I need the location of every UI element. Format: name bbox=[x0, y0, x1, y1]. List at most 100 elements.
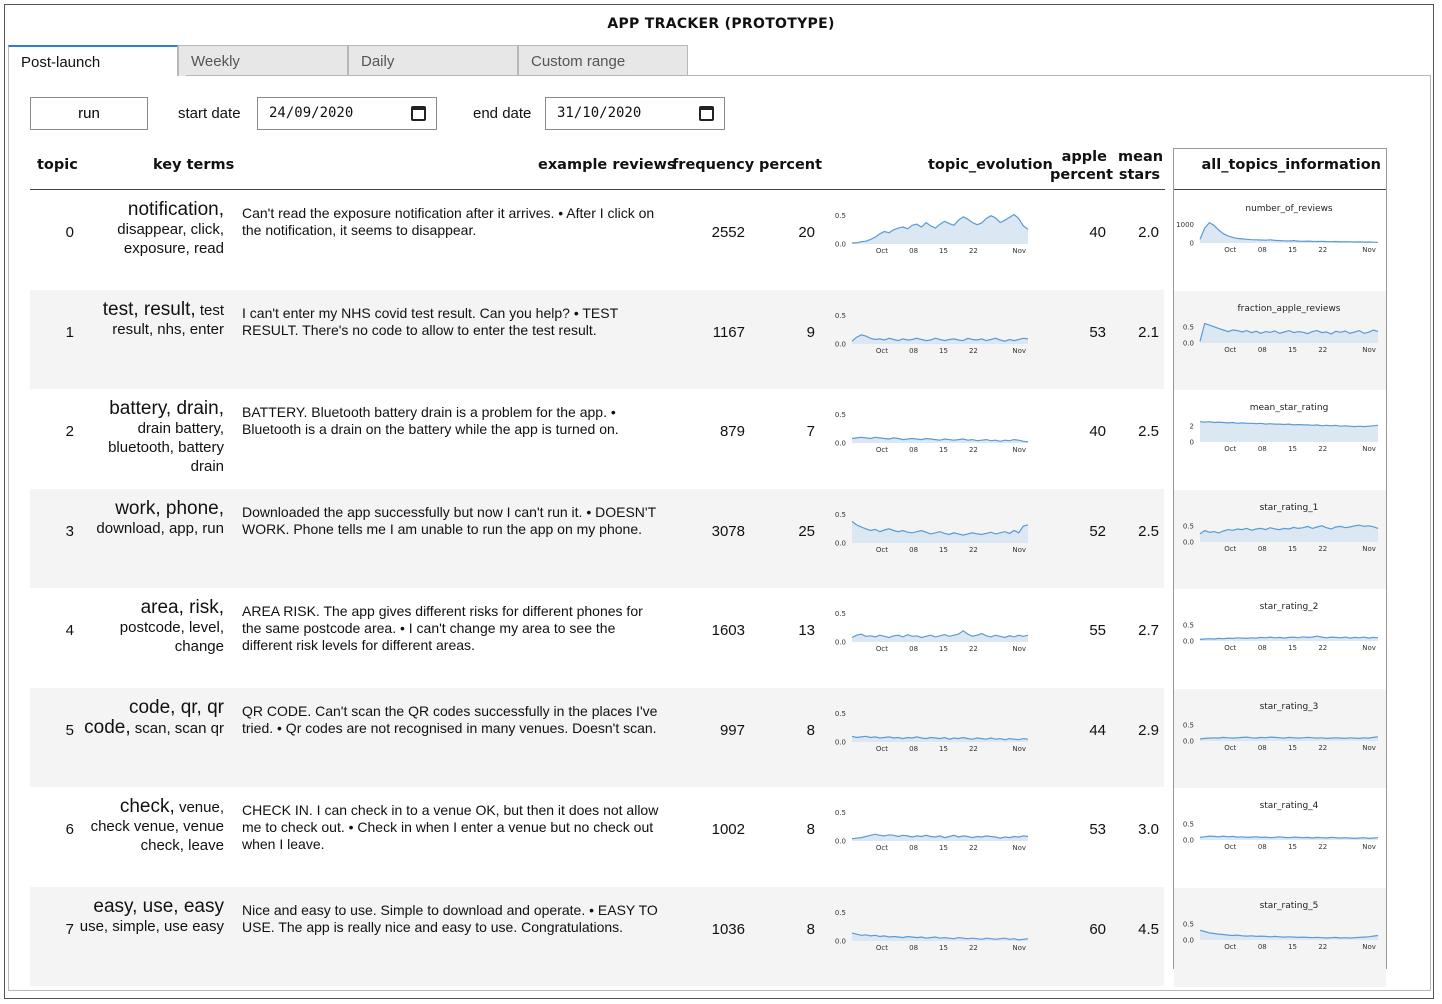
summary-chart-star-rating-3: 0.5 0.0 Oct 08 15 22 Nov star_rating_3 bbox=[1174, 688, 1386, 788]
table-row: 5 code, qr, qr code, scan, scan qr QR CODE… bbox=[30, 687, 1164, 787]
x-tick-label: 15 bbox=[939, 745, 948, 753]
mini-chart-svg: 0.5 0.0 Oct 08 15 22 Nov bbox=[835, 212, 1029, 255]
end-date-input[interactable]: 31/10/2020 bbox=[545, 97, 725, 130]
y-tick-label: 0.5 bbox=[835, 909, 846, 917]
x-tick-label: Nov bbox=[1012, 844, 1026, 852]
y-tick-label: 0.0 bbox=[835, 738, 846, 746]
x-tick-label: Nov bbox=[1012, 446, 1026, 454]
key-terms-primary: work, phone, bbox=[115, 497, 224, 519]
area-fill bbox=[852, 214, 1028, 244]
mini-chart-svg: 2 0 Oct 08 15 22 Nov mean_star_rating bbox=[1190, 403, 1379, 453]
key-terms-primary: check, bbox=[119, 796, 175, 817]
summary-chart-number-of-reviews: 1000 0 Oct 08 15 22 Nov number_of_reviews bbox=[1174, 191, 1386, 290]
key-terms-secondary: use, simple, use easy bbox=[79, 917, 224, 935]
x-tick-label: 15 bbox=[1288, 644, 1297, 652]
app-title: APP TRACKER (PROTOTYPE) bbox=[607, 16, 835, 32]
y-tick-label: 0.5 bbox=[1183, 920, 1194, 928]
run-button[interactable]: run bbox=[30, 97, 148, 130]
header-topic-evolution: topic_evolution bbox=[928, 157, 1053, 173]
mean-stars-value: 2.5 bbox=[1138, 423, 1159, 440]
x-tick-label: 08 bbox=[909, 446, 918, 454]
x-tick-label: Nov bbox=[1362, 644, 1376, 652]
x-tick-label: 22 bbox=[969, 745, 978, 753]
example-review: AREA RISK. The app gives different risks… bbox=[242, 603, 643, 653]
summary-chart-star-rating-4: 0.5 0.0 Oct 08 15 22 Nov star_rating_4 bbox=[1174, 788, 1386, 887]
table-row: 0 notification, disappear, click, exposur… bbox=[30, 190, 1164, 289]
x-tick-label: Oct bbox=[1224, 246, 1236, 254]
tab-daily[interactable]: Daily bbox=[348, 45, 518, 76]
mini-chart-svg: 0.5 0.0 Oct 08 15 22 Nov bbox=[835, 909, 1029, 952]
y-tick-label: 0.0 bbox=[835, 340, 846, 348]
example-review: Downloaded the app successfully but now … bbox=[242, 503, 656, 537]
x-tick-label: 08 bbox=[1258, 346, 1267, 354]
key-terms: battery, drain, drain battery, bluetooth… bbox=[78, 399, 224, 476]
mini-chart-svg: 0.5 0.0 Oct 08 15 22 Nov bbox=[835, 411, 1029, 454]
y-tick-label: 0.5 bbox=[835, 511, 846, 519]
table-row: 2 battery, drain, drain battery, bluetoot… bbox=[30, 389, 1164, 488]
key-terms: work, phone, download, app, run bbox=[78, 499, 224, 538]
start-date-label: start date bbox=[178, 105, 241, 122]
example-review: I can't enter my NHS covid test result. … bbox=[242, 304, 618, 338]
end-date-value: 31/10/2020 bbox=[557, 105, 642, 121]
topic-evolution-chart: 0.5 0.0 Oct 08 15 22 Nov bbox=[826, 688, 1036, 787]
apple-percent-value: 53 bbox=[1089, 323, 1106, 341]
panel-divider bbox=[186, 75, 1431, 76]
calendar-icon[interactable] bbox=[411, 106, 426, 121]
x-tick-label: 08 bbox=[1258, 545, 1267, 553]
key-terms: test, result, test result, nhs, enter bbox=[78, 300, 224, 339]
x-tick-label: 08 bbox=[909, 546, 918, 554]
mean-stars-value: 4.5 bbox=[1138, 920, 1159, 938]
x-tick-label: 15 bbox=[939, 645, 948, 653]
y-tick-label: 0.0 bbox=[1183, 538, 1194, 546]
percent-value: 8 bbox=[806, 821, 815, 838]
x-tick-label: 22 bbox=[969, 546, 978, 554]
calendar-icon[interactable] bbox=[699, 106, 714, 121]
mini-chart-svg: 0.5 0.0 Oct 08 15 22 Nov star_rating_4 bbox=[1183, 801, 1379, 851]
x-tick-label: 22 bbox=[1318, 445, 1327, 453]
summary-chart-star-rating-1: 0.5 0.0 Oct 08 15 22 Nov star_rating_1 bbox=[1174, 489, 1386, 589]
y-tick-label: 2 bbox=[1190, 422, 1194, 430]
percent-value: 7 bbox=[806, 423, 815, 440]
y-tick-label: 0.0 bbox=[1183, 837, 1194, 845]
percent-value: 8 bbox=[806, 721, 815, 739]
y-tick-label: 0.5 bbox=[835, 610, 846, 618]
x-tick-label: 15 bbox=[939, 944, 948, 952]
topic-id: 2 bbox=[65, 423, 74, 440]
start-date-input[interactable]: 24/09/2020 bbox=[257, 97, 437, 130]
percent-value: 20 bbox=[798, 224, 815, 241]
table-row: 4 area, risk, postcode, level, change AREA… bbox=[30, 588, 1164, 687]
y-tick-label: 0.5 bbox=[835, 312, 846, 320]
header-example-reviews: example reviews bbox=[538, 157, 676, 173]
tab-post-launch[interactable]: Post-launch bbox=[8, 45, 178, 76]
mini-chart-svg: 0.5 0.0 Oct 08 15 22 Nov bbox=[835, 809, 1029, 852]
percent-value: 9 bbox=[806, 323, 815, 341]
header-mean-stars: mean stars bbox=[1118, 148, 1163, 184]
tab-weekly[interactable]: Weekly bbox=[178, 45, 348, 76]
table-row: 3 work, phone, download, app, run Download… bbox=[30, 488, 1164, 588]
mini-chart-title: mean_star_rating bbox=[1250, 403, 1329, 413]
y-tick-label: 0.0 bbox=[835, 838, 846, 846]
mini-chart-title: star_rating_2 bbox=[1260, 602, 1319, 612]
mini-chart-svg: 0.5 0.0 Oct 08 15 22 Nov bbox=[835, 710, 1029, 753]
tab-bar: Post-launch Weekly Daily Custom range bbox=[8, 45, 688, 76]
x-tick-label: Nov bbox=[1362, 545, 1376, 553]
tab-custom-range[interactable]: Custom range bbox=[518, 45, 688, 76]
y-tick-label: 0.5 bbox=[1183, 721, 1194, 729]
percent-value: 25 bbox=[798, 522, 815, 540]
x-tick-label: 22 bbox=[969, 247, 978, 255]
x-tick-label: 08 bbox=[909, 645, 918, 653]
header-topic: topic bbox=[37, 157, 78, 173]
x-tick-label: Oct bbox=[1224, 843, 1236, 851]
x-tick-label: 08 bbox=[909, 745, 918, 753]
key-terms: area, risk, postcode, level, change bbox=[78, 598, 224, 656]
topic-evolution-chart: 0.5 0.0 Oct 08 15 22 Nov bbox=[826, 290, 1036, 389]
key-terms: code, qr, qr code, scan, scan qr bbox=[78, 698, 224, 738]
y-tick-label: 1000 bbox=[1176, 221, 1194, 229]
mini-chart-svg: 0.5 0.0 Oct 08 15 22 Nov bbox=[835, 511, 1029, 554]
topic-evolution-chart: 0.5 0.0 Oct 08 15 22 Nov bbox=[826, 489, 1036, 588]
y-tick-label: 0.0 bbox=[835, 639, 846, 647]
x-tick-label: Oct bbox=[1224, 644, 1236, 652]
key-terms-secondary: scan, scan qr bbox=[134, 719, 224, 737]
x-tick-label: 15 bbox=[1288, 943, 1297, 951]
x-tick-label: Nov bbox=[1362, 943, 1376, 951]
